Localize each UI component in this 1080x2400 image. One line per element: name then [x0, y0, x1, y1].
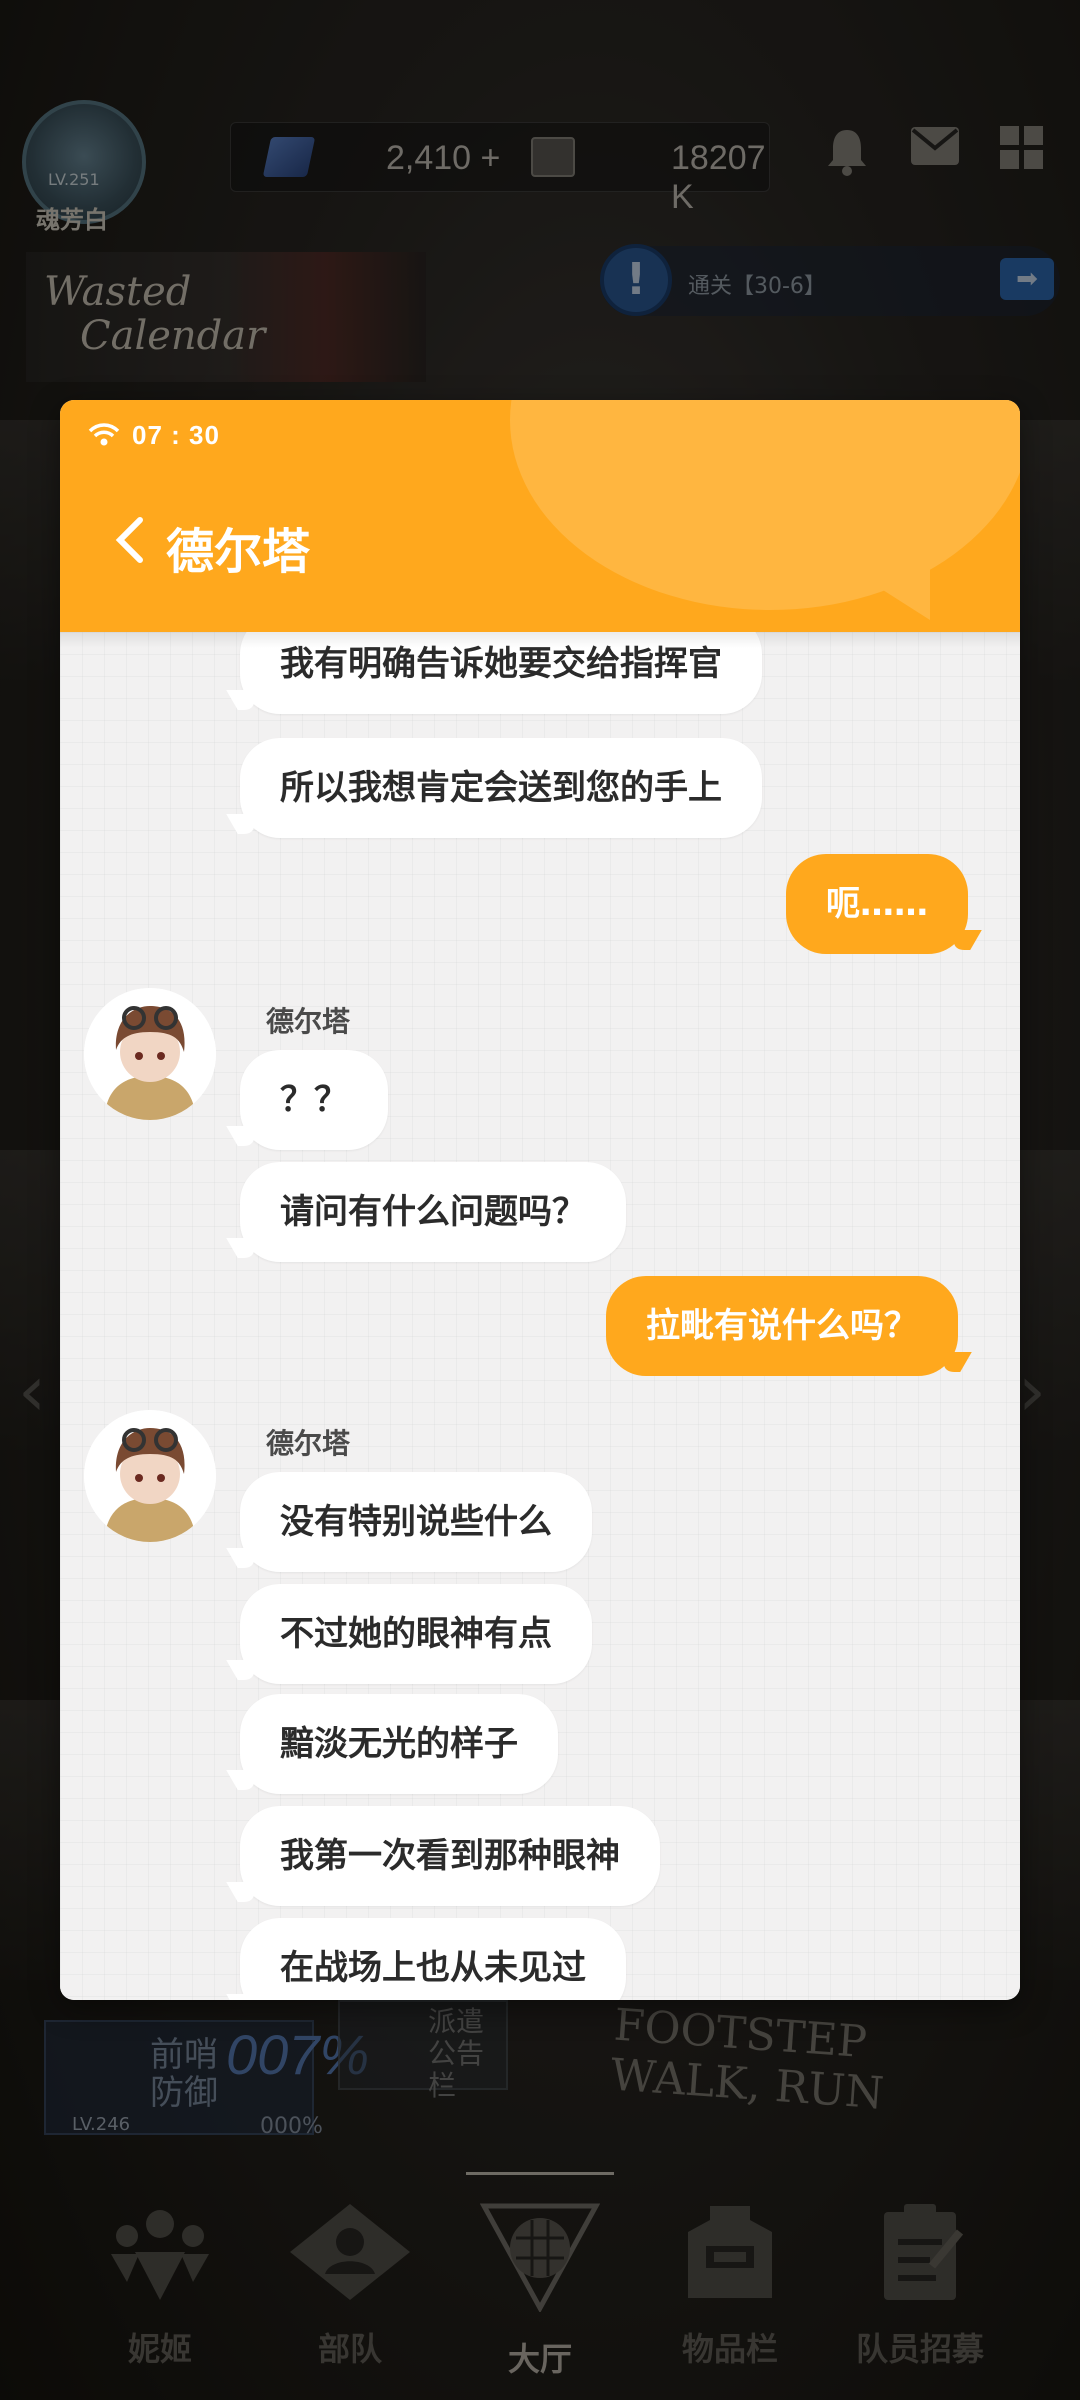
header-decoration: [820, 550, 930, 620]
message-bubble-received: ？？: [240, 1050, 388, 1150]
back-chevron-icon: [115, 517, 143, 563]
message-bubble-received: 在战场上也从未见过: [240, 1918, 626, 2000]
chat-header: 07 : 30 德尔塔: [60, 400, 1020, 632]
sender-name: 德尔塔: [266, 1005, 351, 1038]
chat-window: 07 : 30 德尔塔 我有明确告诉她要交给指挥官 所以我想肯定会送到您的手上 …: [60, 400, 1020, 2000]
message-bubble-received: 没有特别说些什么: [240, 1472, 592, 1572]
sender-name: 德尔塔: [266, 1427, 351, 1460]
message-bubble-sent: 拉毗有说什么吗？: [606, 1276, 958, 1376]
message-bubble-received: 所以我想肯定会送到您的手上: [240, 738, 762, 838]
message-bubble-received: 黯淡无光的样子: [240, 1694, 558, 1794]
back-button[interactable]: [100, 510, 160, 570]
message-list[interactable]: 我有明确告诉她要交给指挥官 所以我想肯定会送到您的手上 呃…… 德尔塔 ？？ 请…: [60, 632, 1020, 2000]
header-shadow: [60, 632, 1020, 648]
message-bubble-received: 不过她的眼神有点: [240, 1584, 592, 1684]
message-bubble-received: 我第一次看到那种眼神: [240, 1806, 660, 1906]
status-time: 07 : 30: [132, 420, 220, 450]
sender-avatar[interactable]: [84, 1410, 216, 1542]
wifi-icon: [88, 422, 120, 455]
message-bubble-sent: 呃……: [786, 854, 968, 954]
message-bubble-received: 请问有什么问题吗？: [240, 1162, 626, 1262]
chat-title: 德尔塔: [166, 524, 311, 580]
header-decoration: [510, 400, 1020, 610]
sender-avatar[interactable]: [84, 988, 216, 1120]
